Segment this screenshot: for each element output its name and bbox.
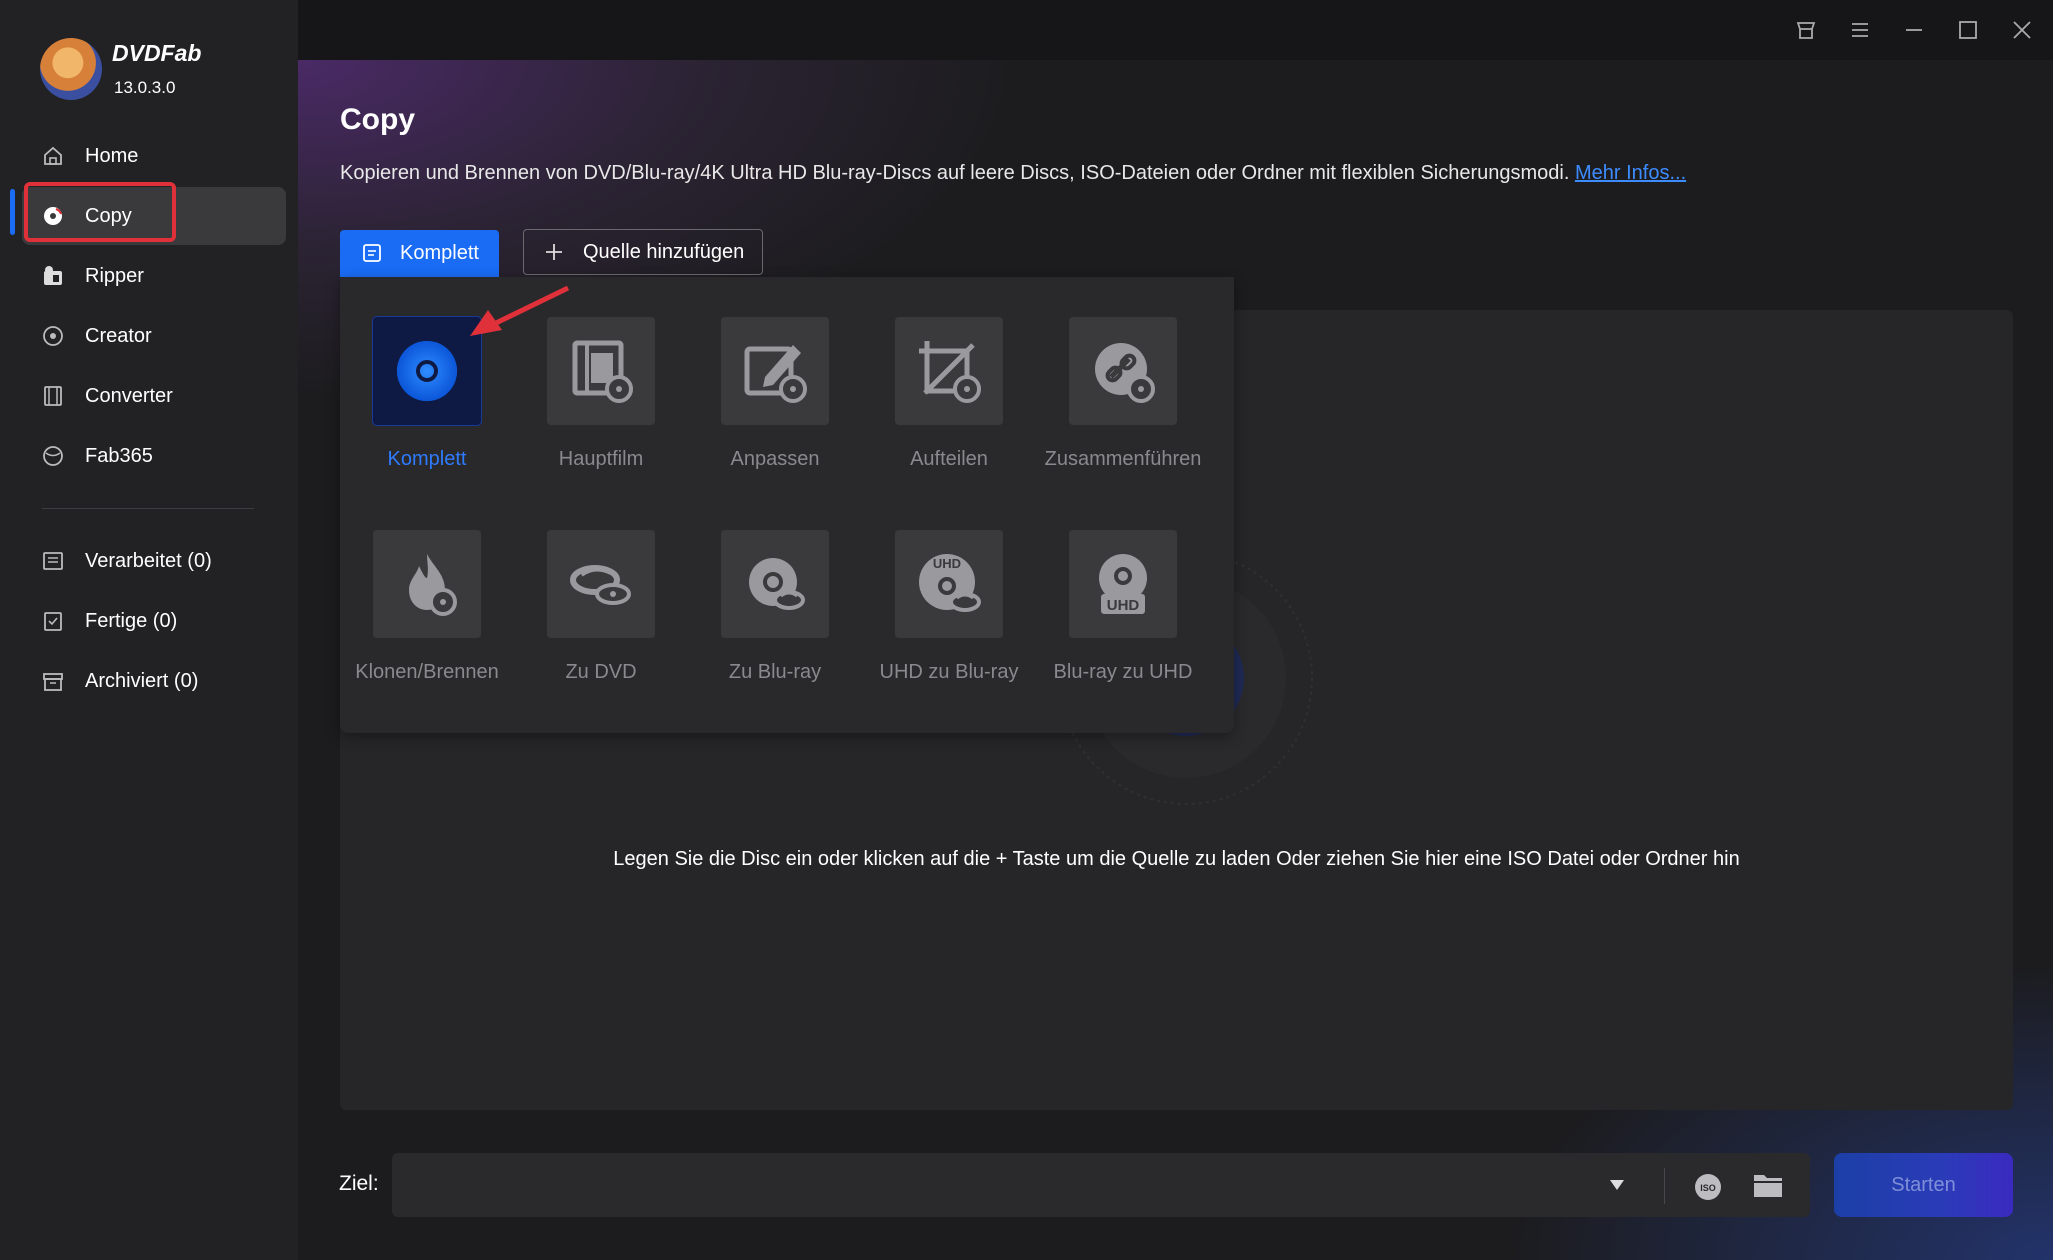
add-source-label: Quelle hinzufügen [583,241,745,263]
maximize-icon[interactable] [1956,18,1980,42]
sidebar: DVDFab 13.0.3.0 Home Copy Ripper Creator… [0,0,298,1260]
close-icon[interactable] [2010,18,2034,42]
mode-label: Blu-ray zu UHD [1053,661,1193,683]
mode-tile [721,317,829,425]
iso-icon[interactable]: ISO [1693,1172,1723,1202]
chevron-down-icon[interactable] [1610,1180,1624,1190]
mode-tile [373,530,481,638]
sidebar-item-label: Converter [85,384,173,407]
menu-icon[interactable] [1848,18,1872,42]
mode-komplett-tile [373,317,481,425]
sidebar-item-label: Creator [85,324,152,347]
fire-disc-icon [409,554,457,616]
copy-mode-panel: Komplett Hauptfilm Anpassen Aufteilen Zu… [340,277,1234,733]
mode-zu-dvd[interactable]: Zu DVD [514,530,688,710]
folder-icon[interactable] [1753,1172,1783,1198]
list-icon [43,552,63,570]
mode-tile [721,530,829,638]
mode-tile: UHD [895,530,1003,638]
add-source-button[interactable]: Quelle hinzufügen [523,229,763,275]
sidebar-item-label: Ripper [85,264,144,287]
sidebar-item-home[interactable]: Home [22,127,286,185]
sidebar-divider [42,508,254,509]
split-disc-icon [919,341,981,403]
mode-komplett-button[interactable]: Komplett [340,230,499,277]
dvdfab-logo [40,38,102,100]
drop-hint: Legen Sie die Disc ein oder klicken auf … [613,848,1740,870]
merge-disc-icon [1095,343,1155,403]
mode-tile [547,530,655,638]
active-indicator [10,189,15,235]
sidebar-item-fab365[interactable]: Fab365 [22,427,286,485]
page-title: Copy [340,103,415,136]
mode-tile: UHD [1069,530,1177,638]
uhd-to-bluray-icon: UHD [919,554,981,612]
mode-zusammenfuehren[interactable]: Zusammenführen [1036,317,1210,497]
page-description: Kopieren und Brennen von DVD/Blu-ray/4K … [340,162,1686,185]
fab365-icon [43,446,63,466]
title-bar [298,0,2053,60]
sidebar-item-ripper[interactable]: Ripper [22,247,286,305]
sidebar-item-label: Home [85,144,139,167]
brand-name: DVDFab [112,40,202,66]
sidebar-item-creator[interactable]: Creator [22,307,286,365]
clipboard-check-icon [44,612,62,631]
sidebar-item-archived[interactable]: Archiviert (0) [22,652,286,710]
plus-icon [546,244,562,260]
start-button[interactable]: Starten [1834,1153,2013,1217]
sidebar-item-label: Verarbeitet (0) [85,549,212,572]
bluray-to-uhd-icon: UHD [1099,554,1147,614]
home-icon [44,146,62,165]
mode-anpassen[interactable]: Anpassen [688,317,862,497]
sidebar-item-label: Fab365 [85,444,153,467]
mode-label: Zusammenführen [1044,448,1202,470]
mode-bluray-zu-uhd[interactable]: UHD Blu-ray zu UHD [1036,530,1210,710]
mode-tile [1069,317,1177,425]
svg-text:UHD: UHD [1107,597,1140,614]
highlight-annotation-box [24,182,176,242]
description-text: Kopieren und Brennen von DVD/Blu-ray/4K … [340,162,1570,184]
mode-klonen-brennen[interactable]: Klonen/Brennen [340,530,514,710]
target-label: Ziel: [339,1172,379,1195]
mode-zu-bluray[interactable]: Zu Blu-ray [688,530,862,710]
archive-icon [43,673,63,691]
svg-text:ISO: ISO [1700,1183,1716,1193]
dvd-to-bluray-icon [749,558,805,610]
disc-icon [397,341,457,401]
mode-tile [895,317,1003,425]
more-info-link[interactable]: Mehr Infos... [1575,162,1686,184]
ripper-icon [44,266,62,285]
mode-hauptfilm[interactable]: Hauptfilm [514,317,688,497]
sidebar-item-label: Archiviert (0) [85,669,199,692]
creator-icon [43,326,63,346]
pointer-arrow-annotation [470,285,570,336]
target-select[interactable] [392,1153,1810,1217]
mode-komplett-label: Komplett [400,242,479,264]
sidebar-item-converter[interactable]: Converter [22,367,286,425]
mode-aufteilen[interactable]: Aufteilen [862,317,1036,497]
app-version: 13.0.3.0 [114,78,176,97]
mode-icon [363,244,381,262]
sidebar-item-processing[interactable]: Verarbeitet (0) [22,532,286,590]
svg-text:UHD: UHD [933,556,961,571]
minimize-icon[interactable] [1902,18,1926,42]
mode-komplett[interactable]: Komplett [340,317,514,497]
converter-film-icon [44,386,62,406]
store-icon[interactable] [1794,18,1818,42]
sidebar-item-finished[interactable]: Fertige (0) [22,592,286,650]
bluray-to-dvd-icon [570,565,631,605]
film-disc-icon [572,340,633,403]
edit-disc-icon [744,345,807,403]
mode-uhd-zu-bluray[interactable]: UHD UHD zu Blu-ray [862,530,1036,710]
sidebar-item-label: Fertige (0) [85,609,178,632]
footer-separator [1664,1168,1665,1204]
